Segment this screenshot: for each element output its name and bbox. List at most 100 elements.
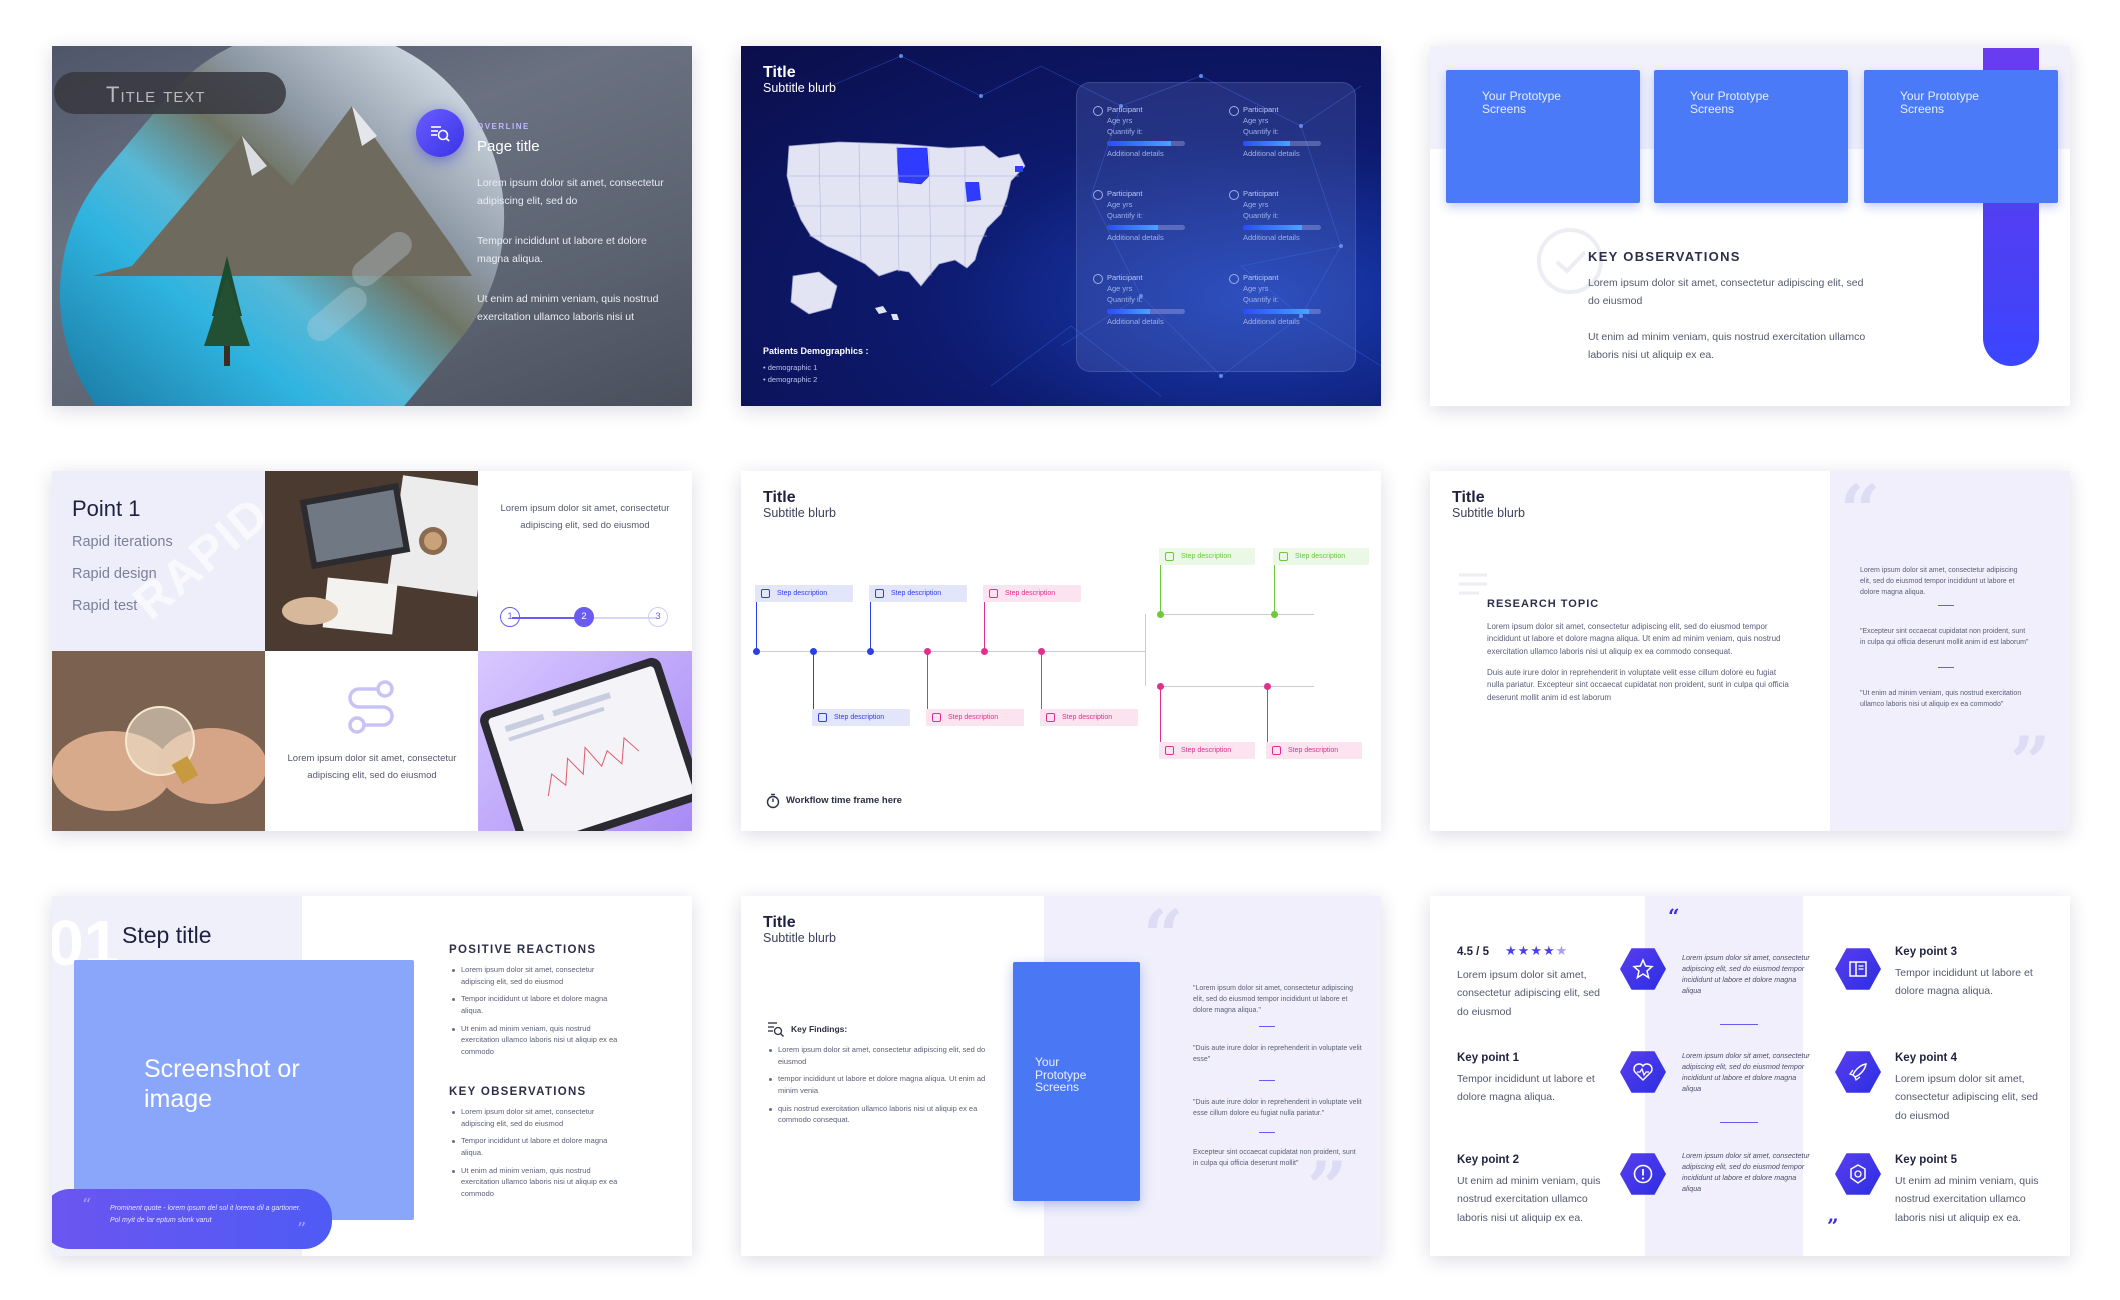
step-label: Step description xyxy=(1005,590,1056,597)
rating-text: Lorem ipsum dolor sit amet, consectetur … xyxy=(1457,969,1600,1018)
stepper-step-active[interactable]: 2 xyxy=(574,607,594,627)
timeline-node xyxy=(1157,611,1164,618)
prominent-quote: “ Prominent quote - lorem ipsum del sol … xyxy=(52,1189,332,1249)
participant-age: Age yrs xyxy=(1243,199,1269,209)
timeline-branch-upper xyxy=(1159,614,1314,615)
close-quote-icon: ” xyxy=(2010,721,2051,804)
key-findings-list: Lorem ipsum dolor sit amet, consectetur … xyxy=(769,1044,994,1132)
slide-mountain-page[interactable]: Title text OVERLINE Page title Lorem ips… xyxy=(52,46,692,406)
route-cell: Lorem ipsum dolor sit amet, consectetur … xyxy=(265,651,478,831)
slide-research-topic[interactable]: Title Subtitle blurb RESEARCH TOPIC Lore… xyxy=(1430,471,2070,831)
participant-card[interactable]: Participant Age yrs Quantify it: Additional… xyxy=(1093,273,1203,328)
participant-age: Age yrs xyxy=(1107,199,1133,209)
point-title: Point 1 xyxy=(72,496,141,521)
highlight-massachusetts xyxy=(1015,166,1023,172)
slide-subtitle: Subtitle blurb xyxy=(763,81,836,95)
step-description-box[interactable]: Step description xyxy=(869,585,967,602)
timeline-node xyxy=(1038,648,1045,655)
list-item: Ut enim ad minim veniam, quis nostrud ex… xyxy=(452,1023,622,1058)
participant-card[interactable]: Participant Age yrs Quantify it: Additional… xyxy=(1093,105,1203,160)
participants-panel: Participant Age yrs Quantify it: Additional… xyxy=(1076,82,1356,372)
open-quote-icon: “ xyxy=(1668,904,1680,928)
participant-details: Additional details xyxy=(1243,148,1300,158)
step-description-box[interactable]: Step description xyxy=(1273,548,1369,565)
research-topic-title: RESEARCH TOPIC xyxy=(1487,598,1600,610)
timeline-node xyxy=(1157,683,1164,690)
key-point-2-title: Key point 2 xyxy=(1457,1154,1519,1166)
timeline-node xyxy=(810,648,817,655)
slide-key-findings[interactable]: Title Subtitle blurb Key Findings: Lorem… xyxy=(741,896,1381,1256)
timeline-connector xyxy=(1041,651,1042,709)
demographics-list: • demographic 1 • demographic 2 xyxy=(763,362,817,386)
slide-workflow-timeline[interactable]: Title Subtitle blurb Step description Ste… xyxy=(741,471,1381,831)
slide-point-grid[interactable]: RAPID Point 1 Rapid iterations Rapid des… xyxy=(52,471,692,831)
slide-key-points[interactable]: “ ” 4.5 / 5 ★★★★★ Lorem ipsum dolor sit … xyxy=(1430,896,2070,1256)
prototype-screen-1[interactable]: Your Prototype Screens xyxy=(1446,70,1640,203)
timeline-connector xyxy=(1274,565,1275,614)
participant-progress-bar xyxy=(1107,140,1185,146)
point-cell: RAPID Point 1 Rapid iterations Rapid des… xyxy=(52,471,265,651)
prototype-screen-3[interactable]: Your Prototype Screens xyxy=(1864,70,2058,203)
stepper-step[interactable]: 3 xyxy=(648,607,668,627)
star-icon: ★ xyxy=(1517,943,1531,958)
step-description-box[interactable]: Step description xyxy=(1159,742,1255,759)
participant-card[interactable]: Participant Age yrs Quantify it: Additional… xyxy=(1229,105,1339,160)
prototype-screen-2[interactable]: Your Prototype Screens xyxy=(1654,70,1848,203)
open-quote-icon: “ xyxy=(82,1195,92,1216)
step-description-box[interactable]: Step description xyxy=(1159,548,1255,565)
timeline-node xyxy=(753,648,760,655)
us-map[interactable] xyxy=(779,136,1029,326)
quote-text: "Duis aute irure dolor in reprehenderit … xyxy=(1193,1099,1362,1117)
user-icon-label: Participant xyxy=(1229,105,1339,116)
participant-card[interactable]: Participant Age yrs Quantify it: Additional… xyxy=(1093,189,1203,244)
quote-text: Prominent quote - lorem ipsum del sol it… xyxy=(110,1205,301,1224)
slide-step-title[interactable]: 01 Step title Screenshot or image “ Prom… xyxy=(52,896,692,1256)
page-title: Page title xyxy=(477,138,540,155)
title-text-pill: Title text xyxy=(54,72,286,114)
step-description-box[interactable]: Step description xyxy=(1266,742,1362,759)
step-description-box[interactable]: Step description xyxy=(926,709,1024,726)
search-list-badge[interactable] xyxy=(416,109,464,157)
step-icon xyxy=(818,713,827,722)
key-point-4-text: Lorem ipsum dolor sit amet, consectetur … xyxy=(1895,1073,2038,1122)
slide-prototype-screens[interactable]: Your Prototype Screens Your Prototype Sc… xyxy=(1430,46,2070,406)
step-label: Step description xyxy=(1181,553,1232,560)
key-point-2-text: Ut enim ad minim veniam, quis nostrud ex… xyxy=(1457,1175,1601,1224)
title-text: Title text xyxy=(106,82,206,107)
timeline-branch-connector xyxy=(1145,614,1146,686)
participant-card[interactable]: Participant Age yrs Quantify it: Additional… xyxy=(1229,273,1339,328)
highlight-ohio xyxy=(965,182,981,202)
step-description-box[interactable]: Step description xyxy=(755,585,853,602)
prototype-screen[interactable]: Your Prototype Screens xyxy=(1013,962,1140,1201)
step-icon xyxy=(1272,746,1281,755)
list-item: quis nostrud exercitation ullamco labori… xyxy=(769,1103,994,1126)
timeline-connector xyxy=(870,602,871,651)
step-icon xyxy=(1165,746,1174,755)
research-paragraph-2: Duis aute irure dolor in reprehenderit i… xyxy=(1487,668,1789,702)
step-description-box[interactable]: Step description xyxy=(812,709,910,726)
step-icon xyxy=(932,713,941,722)
screenshot-placeholder[interactable]: Screenshot or image xyxy=(74,960,414,1220)
close-quote-icon: ” xyxy=(1827,1214,1839,1238)
participant-age: Age yrs xyxy=(1243,115,1269,125)
step-label: Step description xyxy=(1181,747,1232,754)
step-label: Step description xyxy=(891,590,942,597)
participant-details: Additional details xyxy=(1107,148,1164,158)
timeline-connector xyxy=(813,651,814,709)
stepper-step[interactable]: 1 xyxy=(500,607,520,627)
step-icon xyxy=(989,589,998,598)
cell-text: Lorem ipsum dolor sit amet, consectetur … xyxy=(500,503,670,531)
tablet-dashboard-photo xyxy=(478,651,692,831)
open-quote-icon: “ xyxy=(1840,471,1881,552)
step-label: Step description xyxy=(1295,553,1346,560)
timeline-connector xyxy=(927,651,928,709)
overline: OVERLINE xyxy=(477,122,530,131)
step-description-box[interactable]: Step description xyxy=(1040,709,1138,726)
search-list-icon xyxy=(431,126,450,142)
rating-value: 4.5 / 5 xyxy=(1457,946,1489,958)
slide-demographics-map[interactable]: Title Subtitle blurb Participant Age yrs Q… xyxy=(741,46,1381,406)
research-paragraph-1: Lorem ipsum dolor sit amet, consectetur … xyxy=(1487,622,1781,656)
demographic-item: • demographic 2 xyxy=(763,375,818,384)
participant-card[interactable]: Participant Age yrs Quantify it: Additional… xyxy=(1229,189,1339,244)
step-description-box[interactable]: Step description xyxy=(983,585,1081,602)
